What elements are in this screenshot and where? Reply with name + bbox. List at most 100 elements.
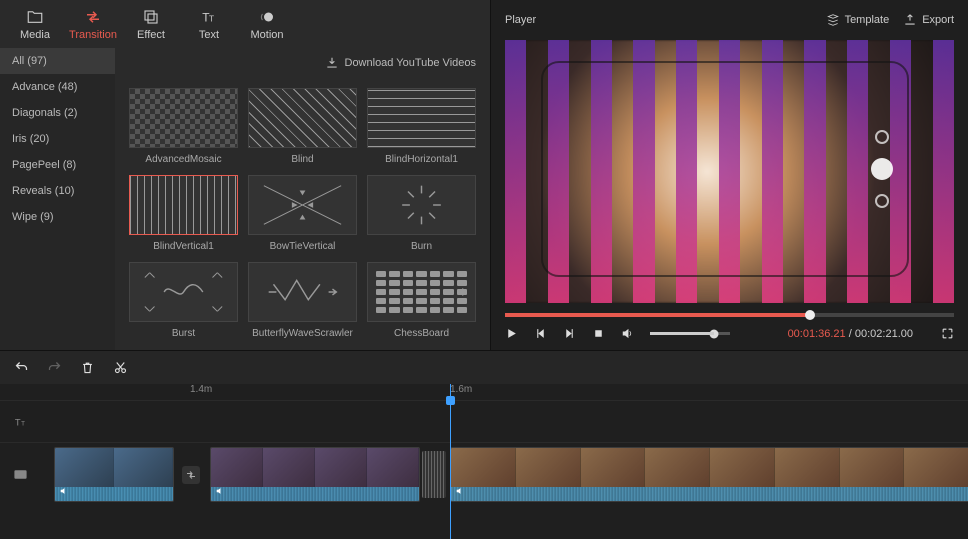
category-pagepeel[interactable]: PagePeel (8) <box>0 152 115 178</box>
category-advance[interactable]: Advance (48) <box>0 74 115 100</box>
track-text-head: TT <box>0 414 40 429</box>
timeline-ruler[interactable]: 1.4m 1.6m <box>0 384 968 400</box>
export-button[interactable]: Export <box>903 13 954 27</box>
transition-item[interactable]: ChessBoard <box>367 262 476 339</box>
top-tabs: Media Transition Effect TT Text Motion <box>0 0 490 48</box>
transition-item[interactable]: Blind <box>248 88 357 165</box>
transition-thumb-burst <box>129 262 238 322</box>
text-track[interactable]: TT <box>0 400 968 442</box>
volume-icon[interactable] <box>621 327 634 340</box>
download-icon <box>325 56 339 70</box>
motion-icon <box>258 8 276 26</box>
tab-label: Text <box>199 29 219 41</box>
template-button[interactable]: Template <box>826 13 890 27</box>
tab-text[interactable]: TT Text <box>180 0 238 48</box>
transition-thumb-blindv <box>129 175 238 235</box>
transition-thumb-butterfly <box>248 262 357 322</box>
download-label: Download YouTube Videos <box>345 57 477 69</box>
bowtie-icon <box>249 176 356 234</box>
redo-icon[interactable] <box>47 360 62 375</box>
timeline-toolbar <box>0 350 968 384</box>
category-wipe[interactable]: Wipe (9) <box>0 204 115 230</box>
ruler-mark: 1.4m <box>190 384 212 395</box>
transition-item[interactable]: BlindVertical1 <box>129 175 238 252</box>
stop-icon[interactable] <box>592 327 605 340</box>
swap-icon <box>84 8 102 26</box>
svg-text:T: T <box>14 417 20 427</box>
cut-icon[interactable] <box>113 360 128 375</box>
video-track-body[interactable] <box>40 443 968 506</box>
category-all[interactable]: All (97) <box>0 48 115 74</box>
tab-label: Motion <box>250 29 283 41</box>
clip[interactable] <box>54 447 174 502</box>
transition-item[interactable]: ButterflyWaveScrawler <box>248 262 357 339</box>
transition-clip[interactable] <box>422 451 446 498</box>
time-display: 00:01:36.21 / 00:02:21.00 <box>788 328 913 340</box>
burn-icon <box>368 176 475 234</box>
play-icon[interactable] <box>505 327 518 340</box>
transition-label: Burn <box>411 241 432 252</box>
folder-icon <box>26 8 44 26</box>
progress-bar[interactable] <box>505 313 954 317</box>
tab-label: Effect <box>137 29 165 41</box>
volume-slider[interactable] <box>650 332 730 335</box>
transition-area: Download YouTube Videos AdvancedMosaic B… <box>115 48 490 350</box>
category-reveals[interactable]: Reveals (10) <box>0 178 115 204</box>
transition-thumb-bowtie <box>248 175 357 235</box>
svg-text:T: T <box>209 14 214 23</box>
transition-thumb-chess <box>367 262 476 322</box>
ruler-mark: 1.6m <box>450 384 472 395</box>
transition-grid: AdvancedMosaic Blind BlindHorizontal1 <box>115 78 490 349</box>
tab-transition[interactable]: Transition <box>64 0 122 48</box>
svg-text:T: T <box>21 420 25 427</box>
transition-label: BlindVertical1 <box>153 241 214 252</box>
player-panel: Player Template Export <box>490 0 968 350</box>
transition-item[interactable]: AdvancedMosaic <box>129 88 238 165</box>
wave-icon <box>249 263 356 321</box>
transition-thumb-burn <box>367 175 476 235</box>
transition-item[interactable]: BowTieVertical <box>248 175 357 252</box>
transition-label: Burst <box>172 328 195 339</box>
prev-icon[interactable] <box>534 327 547 340</box>
progress-handle[interactable] <box>805 310 815 320</box>
transition-label: AdvancedMosaic <box>145 154 221 165</box>
tab-motion[interactable]: Motion <box>238 0 296 48</box>
export-label: Export <box>922 14 954 26</box>
clip[interactable] <box>210 447 420 502</box>
download-youtube-button[interactable]: Download YouTube Videos <box>115 48 490 78</box>
library-panel: Media Transition Effect TT Text Motion <box>0 0 490 350</box>
effect-icon <box>142 8 160 26</box>
transition-item[interactable]: Burst <box>129 262 238 339</box>
tab-label: Media <box>20 29 50 41</box>
tab-media[interactable]: Media <box>6 0 64 48</box>
current-time: 00:01:36.21 <box>788 328 846 340</box>
transition-label: ButterflyWaveScrawler <box>252 328 353 339</box>
video-track[interactable] <box>0 442 968 506</box>
player-header: Player Template Export <box>491 0 968 40</box>
fullscreen-icon[interactable] <box>941 327 954 340</box>
track-video-head <box>0 467 40 482</box>
delete-icon[interactable] <box>80 360 95 375</box>
timeline: 1.4m 1.6m TT <box>0 384 968 539</box>
tab-label: Transition <box>69 29 117 41</box>
clip[interactable] <box>450 447 968 502</box>
transition-thumb-blindh <box>367 88 476 148</box>
next-icon[interactable] <box>563 327 576 340</box>
transition-item[interactable]: Burn <box>367 175 476 252</box>
transition-marker[interactable] <box>182 466 200 484</box>
template-icon <box>826 13 840 27</box>
player-controls: 00:01:36.21 / 00:02:21.00 <box>491 327 968 350</box>
burst-icon <box>130 263 237 321</box>
undo-icon[interactable] <box>14 360 29 375</box>
transition-item[interactable]: BlindHorizontal1 <box>367 88 476 165</box>
category-diagonals[interactable]: Diagonals (2) <box>0 100 115 126</box>
category-iris[interactable]: Iris (20) <box>0 126 115 152</box>
transition-label: BlindHorizontal1 <box>385 154 458 165</box>
transition-label: Blind <box>291 154 313 165</box>
transition-thumb-mosaic <box>129 88 238 148</box>
player-title: Player <box>505 14 536 26</box>
tab-effect[interactable]: Effect <box>122 0 180 48</box>
preview-viewport[interactable] <box>505 40 954 303</box>
template-label: Template <box>845 14 890 26</box>
playhead[interactable] <box>450 384 451 539</box>
